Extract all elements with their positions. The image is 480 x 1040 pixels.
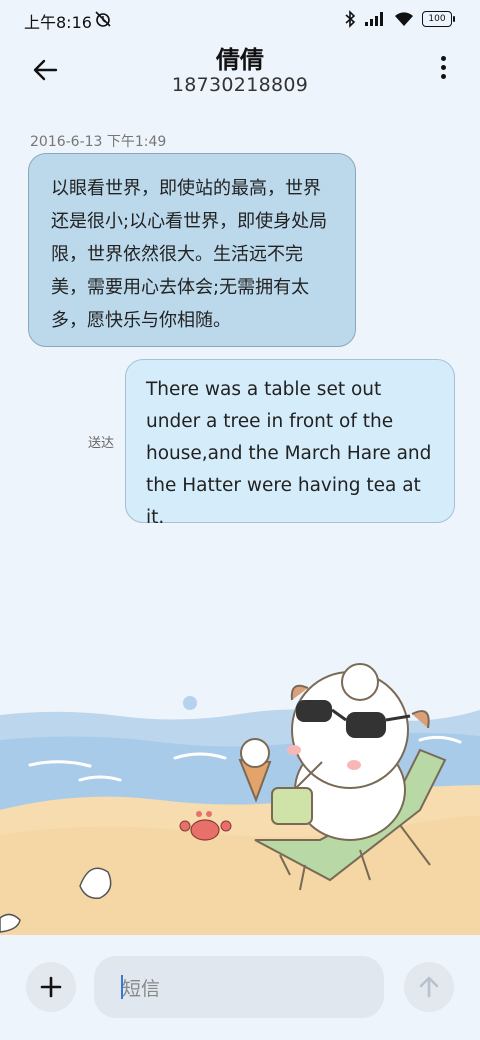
signal-icon [365, 12, 383, 26]
composer-bar: 短信 [0, 935, 480, 1040]
send-arrow-up-icon[interactable] [404, 962, 454, 1012]
received-message-bubble[interactable]: 以眼看世界，即使站的最高，世界还是很小;以心看世界，即使身处局限，世界依然很大。… [28, 153, 356, 347]
bluetooth-icon [345, 10, 356, 28]
status-time: 上午8:16 [24, 13, 92, 32]
sent-message-bubble[interactable]: There was a table set out under a tree i… [125, 359, 455, 528]
contact-phone-number[interactable]: 18730218809 [0, 74, 480, 96]
conversation-header: 倩倩 18730218809 [0, 40, 480, 110]
contact-name[interactable]: 倩倩 [0, 40, 480, 75]
message-timestamp: 2016-6-13 下午1:49 [30, 134, 167, 150]
beach-wallpaper-illustration [0, 650, 480, 940]
status-bar: 上午8:16 100 [0, 0, 480, 40]
wifi-icon [395, 12, 413, 26]
text-cursor [121, 975, 123, 999]
message-input-placeholder: 短信 [122, 977, 161, 1000]
mute-alarm-icon [95, 11, 111, 27]
more-vertical-icon[interactable] [436, 56, 450, 84]
message-input[interactable]: 短信 [94, 956, 384, 1018]
delivery-status: 送达 [88, 436, 115, 451]
status-icons: 100 [344, 10, 455, 28]
plus-icon[interactable] [26, 962, 76, 1012]
battery-indicator: 100 [422, 11, 455, 27]
